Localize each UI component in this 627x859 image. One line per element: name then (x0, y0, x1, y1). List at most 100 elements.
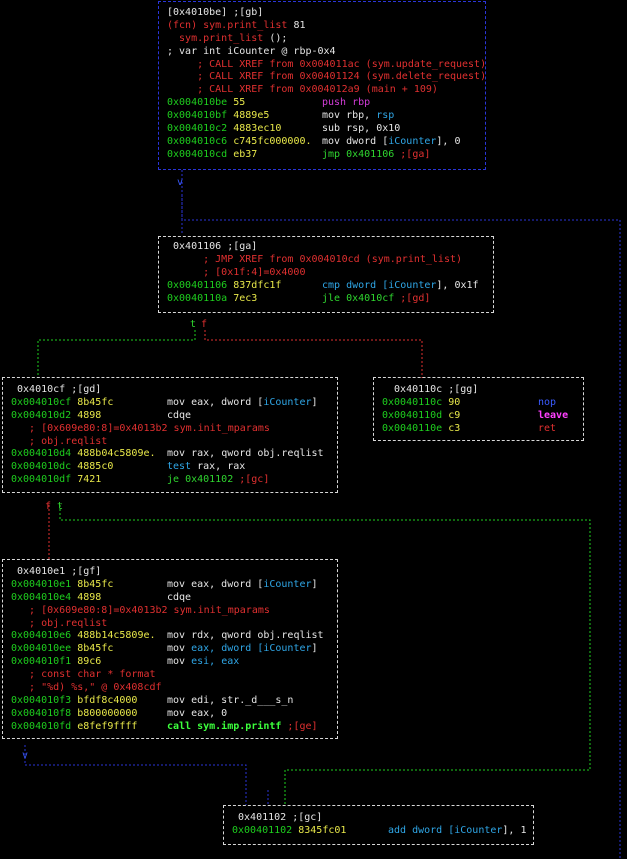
address: 0x004010cd (167, 148, 228, 160)
asm-line[interactable]: 0x004010e1 8b45fc mov eax, dword [iCounte… (11, 579, 337, 592)
asm-line[interactable]: 0x0040110d c9 leave (382, 410, 583, 423)
instruction-part: iCounter (454, 824, 503, 836)
label: ; var int iCounter @ rbp-0x4 (167, 45, 336, 57)
instruction-part: ] (311, 578, 318, 590)
instruction: mov eax, 0 (167, 708, 227, 721)
asm-line[interactable]: 0x004010d2 4898 cdqe (11, 410, 337, 423)
edge-label-gd-true: t (57, 501, 64, 512)
asm-line[interactable]: 0x004010fd e8fef9ffff call sym.imp.printf… (11, 721, 337, 734)
edge-gf-gc (24, 745, 247, 805)
opcode-bytes: 8b45fc (71, 578, 114, 590)
instruction-part: sub (322, 123, 347, 135)
instruction-part: rax, rax (197, 461, 246, 473)
asm-line[interactable]: 0x40110c ;[gg] (382, 384, 583, 397)
asm-line[interactable]: ; obj.reqlist (11, 436, 337, 449)
instruction-part: rax, qword obj.reqlist (191, 448, 324, 460)
asm-line[interactable]: 0x004010f1 89c6 mov esi, eax (11, 656, 337, 669)
comment: ; CALL XREF from 0x00401124 (sym.delete_… (167, 71, 487, 83)
node-gc[interactable]: 0x401102 ;[gc] 0x00401102 8345fc01 add dwo… (223, 805, 534, 845)
asm-line[interactable]: 0x4010cf ;[gd] (11, 384, 337, 397)
instruction: add dword [iCounter], 1 (388, 825, 527, 838)
asm-line[interactable]: (fcn) sym.print_list 81 (167, 20, 485, 33)
instruction-part: rsp (376, 110, 395, 122)
asm-line[interactable]: [0x4010be] ;[gb] (167, 7, 485, 20)
asm-line[interactable]: 0x004010e4 4898 cdqe (11, 592, 337, 605)
asm-line[interactable]: ; const char * format (11, 669, 337, 682)
instruction: mov eax, dword [iCounter] (167, 579, 318, 592)
node-gf[interactable]: 0x4010e1 ;[gf] 0x004010e1 8b45fc mov eax, … (2, 559, 338, 739)
asm-line[interactable]: 0x004010bf 4889e5 mov rbp, rsp (167, 110, 485, 123)
address: 0x004010d4 (11, 448, 72, 460)
asm-line[interactable]: 0x004010cd eb37 jmp 0x401106 ;[ga] (167, 149, 485, 162)
asm-line[interactable]: ; [0x609e80:8]=0x4013b2 sym.init_mparams (11, 605, 337, 618)
opcode-bytes: c3 (442, 422, 461, 434)
node-ga[interactable]: 0x401106 ;[ga] ; JMP XREF from 0x004010c… (158, 236, 494, 313)
asm-line[interactable]: 0x004010be 55 push rbp (167, 97, 485, 110)
instruction-part: mov eax, 0 (167, 707, 228, 719)
opcode-bytes: 488b14c5809e. (71, 630, 156, 642)
instruction-part: rbp (352, 97, 371, 109)
asm-line[interactable]: ; obj.reqlist (11, 618, 337, 631)
address: 0x004010c6 (167, 135, 228, 147)
instruction: ret (538, 423, 556, 436)
asm-line[interactable]: 0x0040110c 90 nop (382, 397, 583, 410)
opcode-bytes: bfdf8c4000 (71, 694, 138, 706)
instruction-part: 0x4010cf (346, 292, 401, 304)
node-gg[interactable]: 0x40110c ;[gg] 0x0040110c 90 nop 0x0040110d… (373, 377, 584, 441)
instruction: mov edi, str._d___s_n (167, 695, 293, 708)
instruction-part: mov eax, dword [ (167, 578, 264, 590)
asm-line[interactable]: 0x004010ee 8b45fc mov eax, dword [iCounte… (11, 643, 337, 656)
asm-line[interactable]: 0x0040110e c3 ret (382, 423, 583, 436)
asm-line[interactable]: 0x00401106 837dfc1f cmp dword [iCounter],… (167, 280, 493, 293)
instruction-part: iCounter (388, 279, 437, 291)
instruction-part: jle (322, 292, 347, 304)
asm-line[interactable]: 0x004010c2 4883ec10 sub rsp, 0x10 (167, 123, 485, 136)
node-gd[interactable]: 0x4010cf ;[gd] 0x004010cf 8b45fc mov eax, … (2, 377, 338, 493)
label: 0x401102 ;[gc] (232, 812, 323, 823)
asm-line[interactable]: sym.print_list (); (167, 33, 485, 46)
label: 0x4010cf ;[gd] (11, 384, 102, 395)
instruction-part: iCounter (388, 135, 437, 147)
asm-line[interactable]: ; CALL XREF from 0x00401124 (sym.delete_… (167, 71, 487, 84)
opcode-bytes: 8345fc01 (292, 824, 347, 836)
instruction-part: eax, dword [ (191, 643, 264, 655)
asm-line[interactable]: 0x401106 ;[ga] (167, 241, 493, 254)
asm-line[interactable]: ; CALL XREF from 0x004011ac (sym.update_… (167, 59, 486, 72)
instruction-part: cmp dword [ (322, 279, 389, 291)
asm-line[interactable]: ; CALL XREF from 0x004012a9 (main + 109) (167, 84, 485, 97)
instruction-part: ;[ge] (287, 720, 318, 732)
instruction-part: ], 1 (502, 824, 527, 836)
edge-ga-gg (204, 330, 423, 378)
asm-line[interactable]: ; [0x1f:4]=0x4000 (167, 267, 493, 280)
asm-line[interactable]: 0x004010e6 488b14c5809e. mov rdx, qword o… (11, 630, 337, 643)
asm-line[interactable]: 0x004010df 7421 je 0x401102 ;[gc] (11, 474, 337, 487)
node-gb[interactable]: [0x4010be] ;[gb] (fcn) sym.print_list 81 … (158, 1, 486, 170)
instruction: mov eax, dword [iCounter] (167, 397, 318, 410)
asm-line[interactable]: 0x4010e1 ;[gf] (11, 566, 337, 579)
asm-line[interactable]: 0x004010f3 bfdf8c4000 mov edi, str._d___s… (11, 695, 337, 708)
asm-line[interactable]: ; [0x609e80:8]=0x4013b2 sym.init_mparams (11, 423, 337, 436)
asm-line[interactable]: 0x00401102 8345fc01 add dword [iCounter],… (232, 825, 533, 838)
comment: ; obj.reqlist (11, 617, 108, 629)
address: 0x00401102 (232, 824, 293, 836)
address: 0x004010dc (11, 461, 72, 473)
asm-line[interactable]: ; "%d) %s," @ 0x408cdf (11, 682, 337, 695)
label: 0x40110c ;[gg] (382, 384, 479, 395)
instruction-part: mov (167, 448, 192, 460)
address: 0x0040110e (382, 422, 443, 434)
comment: ; [0x609e80:8]=0x4013b2 sym.init_mparams (11, 422, 270, 434)
asm-line[interactable]: 0x004010d4 488b04c5809e. mov rax, qword o… (11, 448, 337, 461)
asm-line[interactable]: 0x401102 ;[gc] (232, 812, 533, 825)
asm-line[interactable]: 0x004010dc 4885c0 test rax, rax (11, 461, 337, 474)
instruction-part: esi, eax (191, 656, 240, 668)
asm-line[interactable]: 0x004010f8 b800000000 mov eax, 0 (11, 708, 337, 721)
asm-line[interactable]: 0x004010cf 8b45fc mov eax, dword [iCounte… (11, 397, 337, 410)
instruction-part: mov edi, str._d___s_n (167, 694, 294, 706)
label: 0x4010e1 ;[gf] (11, 566, 102, 577)
instruction-part: rdx, qword obj.reqlist (191, 630, 324, 642)
asm-line[interactable]: ; JMP XREF from 0x004010cd (sym.print_li… (167, 254, 493, 267)
opcode-bytes: 7ec3 (227, 292, 258, 304)
asm-line[interactable]: 0x004010c6 c745fc000000. mov dword [iCoun… (167, 136, 485, 149)
asm-line[interactable]: 0x0040110a 7ec3 jle 0x4010cf ;[gd] (167, 293, 493, 306)
asm-line[interactable]: ; var int iCounter @ rbp-0x4 (167, 46, 485, 59)
